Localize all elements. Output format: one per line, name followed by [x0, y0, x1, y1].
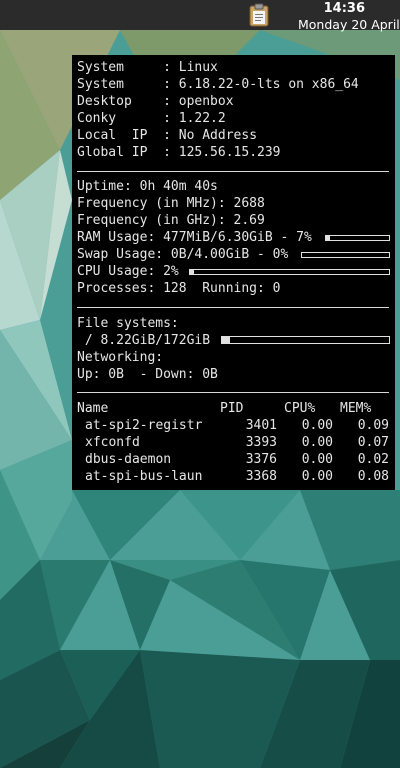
- process-name: dbus-daemon: [85, 452, 172, 467]
- uptime: Uptime: 0h 40m 40s: [77, 179, 218, 194]
- process-mem: 0.02: [357, 452, 389, 467]
- process-mem: 0.07: [357, 435, 389, 450]
- frequency-mhz: Frequency (in MHz): 2688: [77, 196, 265, 211]
- process-name: at-spi2-registr: [85, 418, 203, 433]
- clipboard-icon[interactable]: [248, 3, 270, 27]
- info-system-kernel: System : 6.18.22-0-lts on x86_64: [77, 77, 359, 92]
- column-header-name: Name: [77, 401, 109, 416]
- info-global-ip: Global IP : 125.56.15.239: [77, 145, 281, 160]
- top-panel: 14:36 Monday 20 April: [0, 0, 400, 32]
- cpu-usage: CPU Usage: 2%: [77, 264, 179, 279]
- ram-usage-bar: [325, 235, 390, 241]
- process-pid: 3368: [245, 469, 277, 484]
- networking-heading: Networking:: [77, 350, 164, 365]
- info-system-os: System : Linux: [77, 60, 218, 75]
- process-cpu: 0.00: [301, 418, 333, 433]
- info-conky-version: Conky : 1.22.2: [77, 111, 226, 126]
- swap-usage-bar: [301, 252, 390, 258]
- process-mem: 0.08: [357, 469, 389, 484]
- clock-time[interactable]: 14:36: [324, 1, 365, 16]
- swap-usage: Swap Usage: 0B/4.00GiB - 0%: [77, 247, 289, 262]
- separator: [77, 307, 389, 308]
- separator: [77, 171, 389, 172]
- process-cpu: 0.00: [301, 435, 333, 450]
- process-cpu: 0.00: [301, 469, 333, 484]
- frequency-ghz: Frequency (in GHz): 2.69: [77, 213, 265, 228]
- process-pid: 3401: [245, 418, 277, 433]
- info-desktop: Desktop : openbox: [77, 94, 234, 109]
- processes: Processes: 128 Running: 0: [77, 281, 281, 296]
- process-cpu: 0.00: [301, 452, 333, 467]
- column-header-mem: MEM%: [340, 401, 372, 416]
- process-mem: 0.09: [357, 418, 389, 433]
- ram-usage: RAM Usage: 477MiB/6.30GiB - 7%: [77, 230, 312, 245]
- cpu-usage-bar: [189, 269, 390, 275]
- process-name: at-spi-bus-laun: [85, 469, 203, 484]
- clock-date[interactable]: Monday 20 April: [298, 17, 400, 32]
- filesystem-root-bar: [221, 336, 390, 344]
- column-header-cpu: CPU%: [284, 401, 316, 416]
- process-name: xfconfd: [85, 435, 140, 450]
- filesystem-root: / 8.22GiB/172GiB: [77, 333, 211, 348]
- network-traffic: Up: 0B - Down: 0B: [77, 367, 218, 382]
- separator: [77, 392, 389, 393]
- column-header-pid: PID: [220, 401, 244, 416]
- filesystems-heading: File systems:: [77, 316, 179, 331]
- process-pid: 3393: [245, 435, 277, 450]
- conky-panel: System : Linux System : 6.18.22-0-lts on…: [72, 55, 395, 490]
- process-pid: 3376: [245, 452, 277, 467]
- info-local-ip: Local IP : No Address: [77, 128, 258, 143]
